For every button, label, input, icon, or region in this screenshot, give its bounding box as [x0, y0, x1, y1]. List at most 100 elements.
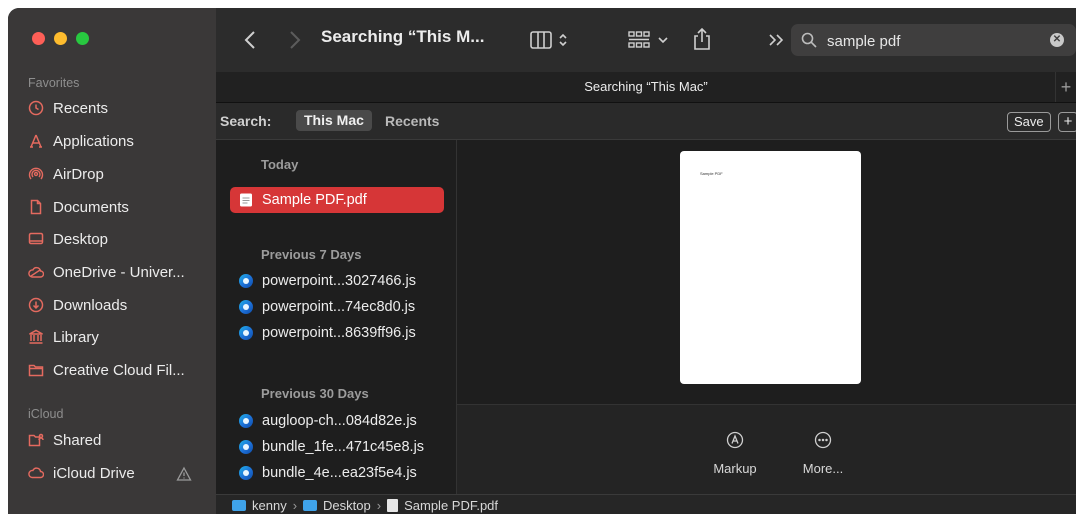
tab-searching-this-mac[interactable]: Searching “This Mac”: [216, 79, 1076, 94]
sidebar-item-icloud-drive[interactable]: iCloud Drive: [28, 460, 135, 486]
scope-this-mac-button[interactable]: This Mac: [296, 110, 372, 131]
sidebar-item-downloads[interactable]: Downloads: [28, 292, 127, 318]
toolbar: Searching “This M... ✕: [216, 8, 1076, 72]
window-controls: [32, 32, 89, 45]
more-label: More...: [802, 461, 844, 476]
quick-actions: Markup More...: [457, 404, 1076, 495]
icloud-header: iCloud: [28, 407, 64, 421]
sidebar-item-applications[interactable]: Applications: [28, 128, 134, 154]
clock-icon: [28, 100, 44, 116]
sidebar-item-label: OneDrive - Univer...: [53, 263, 185, 281]
list-item[interactable]: powerpoint...3027466.js: [230, 268, 444, 294]
list-item[interactable]: powerpoint...8639ff96.js: [230, 320, 444, 346]
sidebar-item-recents[interactable]: Recents: [28, 95, 108, 121]
clear-search-icon[interactable]: ✕: [1050, 33, 1064, 47]
cloud-icon: [28, 266, 44, 278]
home-folder-icon: [232, 499, 246, 511]
path-separator-icon: ›: [376, 497, 382, 513]
path-separator-icon: ›: [292, 497, 298, 513]
airdrop-icon: [28, 167, 44, 180]
pdf-file-icon: [387, 498, 399, 512]
icloud-icon: [28, 467, 44, 479]
file-name: augloop-ch...084d82e.js: [262, 413, 417, 429]
list-item[interactable]: bundle_4e...ea23f5e4.js: [230, 460, 444, 486]
pdf-thumbnail[interactable]: Sample PDF: [680, 151, 861, 384]
file-name: powerpoint...74ec8d0.js: [262, 299, 416, 315]
sidebar-item-label: Shared: [53, 431, 102, 449]
zoom-window-button[interactable]: [76, 32, 89, 45]
desktop-icon: [28, 232, 44, 245]
group-header-previous-30-days: Previous 30 Days: [261, 386, 369, 401]
add-criteria-button[interactable]: +: [1058, 112, 1076, 132]
file-name: Sample PDF.pdf: [262, 192, 367, 208]
favorites-header: Favorites: [28, 76, 80, 90]
applications-icon: [30, 134, 42, 148]
edge-file-icon: [239, 326, 253, 340]
desktop-folder-icon: [303, 499, 318, 511]
sidebar-item-documents[interactable]: Documents: [28, 194, 129, 220]
save-search-button[interactable]: Save: [1007, 112, 1051, 132]
tab-bar: Searching “This Mac” +: [216, 72, 1076, 103]
double-chevron-right-icon: [769, 34, 784, 46]
scope-recents-button[interactable]: Recents: [385, 113, 439, 129]
markup-button[interactable]: Markup: [705, 431, 765, 476]
sidebar-item-label: Library: [53, 328, 99, 346]
list-item[interactable]: bundle_1fe...471c45e8.js: [230, 434, 444, 460]
sidebar-item-creative-cloud[interactable]: Creative Cloud Fil...: [28, 357, 185, 383]
chevron-right-icon: [290, 31, 301, 49]
list-item[interactable]: powerpoint...74ec8d0.js: [230, 294, 444, 320]
back-button[interactable]: [240, 28, 260, 52]
search-scope-label: Search:: [220, 113, 272, 129]
list-item[interactable]: augloop-ch...084d82e.js: [230, 408, 444, 434]
sidebar-item-label: Downloads: [53, 296, 128, 314]
list-item-selected[interactable]: Sample PDF.pdf: [230, 187, 444, 213]
library-icon: [29, 329, 43, 344]
search-icon: [801, 32, 817, 48]
folder-icon: [28, 364, 44, 377]
chevron-left-icon: [244, 31, 255, 49]
sidebar-item-label: iCloud Drive: [53, 464, 135, 482]
sidebar: Favorites Recents Applications AirDrop D…: [8, 8, 216, 514]
new-tab-button[interactable]: +: [1055, 72, 1076, 102]
path-item-file[interactable]: Sample PDF.pdf: [404, 498, 498, 513]
preview-pane: Sample PDF: [457, 140, 1076, 404]
sidebar-item-label: Desktop: [53, 230, 109, 248]
sidebar-item-library[interactable]: Library: [28, 324, 99, 350]
close-window-button[interactable]: [32, 32, 45, 45]
path-item-desktop[interactable]: Desktop: [323, 498, 371, 513]
sidebar-item-onedrive[interactable]: OneDrive - Univer...: [28, 259, 185, 285]
search-scope-bar: Search: This Mac Recents Save +: [216, 103, 1076, 140]
sidebar-item-label: Recents: [53, 99, 109, 117]
finder-window: Favorites Recents Applications AirDrop D…: [8, 8, 1076, 514]
window-title: Searching “This M...: [321, 27, 485, 46]
sidebar-item-airdrop[interactable]: AirDrop: [28, 161, 104, 187]
path-item-kenny[interactable]: kenny: [252, 498, 287, 513]
search-input[interactable]: [825, 29, 1029, 53]
minimize-window-button[interactable]: [54, 32, 67, 45]
sidebar-item-label: Creative Cloud Fil...: [53, 361, 185, 379]
share-button[interactable]: [690, 25, 714, 53]
shared-folder-icon: [28, 433, 44, 447]
path-bar: kenny › Desktop › Sample PDF.pdf: [216, 494, 1076, 514]
edge-file-icon: [239, 440, 253, 454]
group-header-previous-7-days: Previous 7 Days: [261, 247, 362, 262]
edge-file-icon: [239, 466, 253, 480]
group-button[interactable]: [625, 28, 671, 52]
search-results-list: Today Sample PDF.pdf Previous 7 Days pow…: [216, 140, 457, 494]
more-toolbar-button[interactable]: [766, 30, 786, 50]
view-mode-button[interactable]: [525, 28, 573, 52]
sidebar-item-desktop[interactable]: Desktop: [28, 226, 108, 252]
grid-group-icon: [628, 31, 650, 48]
search-field[interactable]: ✕: [791, 24, 1076, 56]
warning-icon[interactable]: [176, 466, 192, 482]
more-button[interactable]: More...: [793, 431, 853, 476]
file-name: powerpoint...8639ff96.js: [262, 325, 416, 341]
forward-button[interactable]: [285, 28, 305, 52]
document-icon: [30, 199, 42, 215]
download-icon: [28, 297, 44, 313]
columns-view-icon: [530, 31, 552, 49]
sidebar-item-shared[interactable]: Shared: [28, 427, 101, 453]
group-header-today: Today: [261, 157, 299, 172]
sidebar-item-label: AirDrop: [53, 165, 104, 183]
edge-file-icon: [239, 414, 253, 428]
